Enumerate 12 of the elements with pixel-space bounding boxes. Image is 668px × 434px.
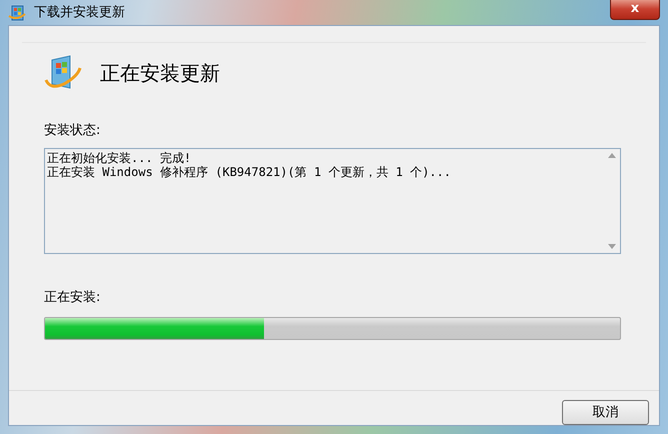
status-label: 安装状态:	[44, 122, 102, 140]
cancel-button[interactable]: 取消	[562, 400, 649, 425]
progress-label: 正在安装:	[44, 288, 102, 306]
scroll-up-icon[interactable]	[608, 152, 616, 158]
scroll-down-icon[interactable]	[608, 244, 616, 248]
log-line: 正在安装 Windows 修补程序 (KB947821)(第 1 个更新，共 1 个)...	[47, 164, 452, 178]
header-title: 正在安装更新	[100, 60, 220, 87]
close-button[interactable]: x	[610, 0, 660, 20]
log-line: 正在初始化安装... 完成!	[47, 150, 192, 164]
status-log-field[interactable]: 正在初始化安装... 完成! 正在安装 Windows 修补程序 (KB947821)(第 1 个更新，共 1 个)...	[44, 148, 621, 254]
window-app-icon	[8, 4, 26, 22]
window-title: 下载并安装更新	[34, 4, 125, 22]
